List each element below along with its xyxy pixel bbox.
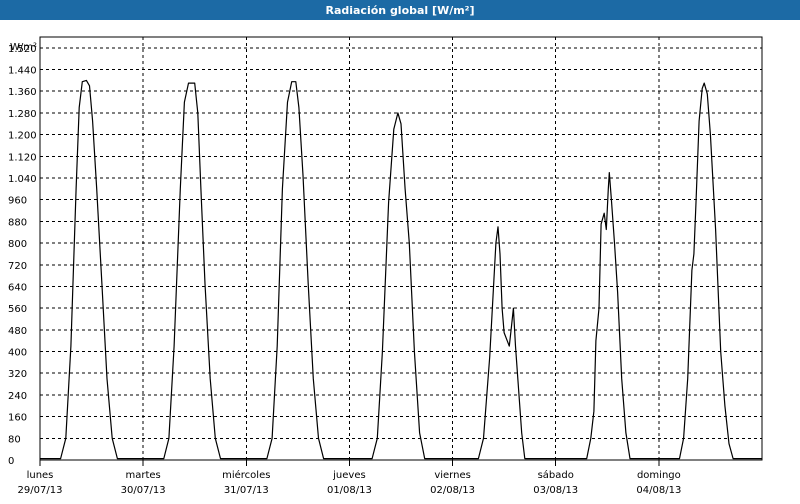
x-tick-label-date: 31/07/13 <box>224 485 269 496</box>
y-tick-label: 1.520 <box>8 44 37 55</box>
y-tick-label: 0 <box>8 456 14 467</box>
y-tick-label: 960 <box>8 196 27 207</box>
y-tick-label: 160 <box>8 413 27 424</box>
x-tick-label-day: domingo <box>637 470 681 481</box>
y-tick-label: 1.440 <box>8 66 37 77</box>
chart-window: Radiación global [W/m²] W/m² 0 80 160 240 32… <box>0 0 800 500</box>
x-tick-label-date: 04/08/13 <box>636 485 681 496</box>
x-tick-label-day: lunes <box>27 470 54 481</box>
x-tick-label-date: 30/07/13 <box>121 485 166 496</box>
x-tick-label-day: miércoles <box>222 469 270 481</box>
y-tick-label: 720 <box>8 261 27 272</box>
y-tick-label: 1.120 <box>8 152 37 163</box>
y-tick-label: 1.200 <box>8 131 37 142</box>
y-tick-label: 240 <box>8 391 27 402</box>
y-tick-label: 880 <box>8 217 27 228</box>
y-tick-label: 1.280 <box>8 109 37 120</box>
x-tick-label-day: martes <box>126 470 161 481</box>
y-tick-label: 80 <box>8 434 21 445</box>
x-tick-label-date: 29/07/13 <box>18 485 63 496</box>
x-tick-label-date: 02/08/13 <box>430 485 475 496</box>
chart-title: Radiación global [W/m²] <box>0 0 800 20</box>
x-tick-label-day: jueves <box>332 470 366 481</box>
x-tick-label-day: viernes <box>434 470 470 481</box>
y-tick-label: 480 <box>8 326 27 337</box>
y-tick-label: 560 <box>8 304 27 315</box>
y-tick-label: 1.040 <box>8 174 37 185</box>
y-tick-label: 400 <box>8 348 27 359</box>
radiation-line-chart: W/m² 08016024032040048056064072080088096… <box>8 36 763 496</box>
series-line <box>40 79 762 460</box>
chart-area: W/m² 0 80 160 240 320 400 480 560 640 720 800 880 96… <box>0 20 800 500</box>
y-tick-label: 320 <box>8 369 27 380</box>
x-tick-label-date: 01/08/13 <box>327 485 372 496</box>
plot-frame <box>39 36 763 461</box>
x-tick-label-date: 03/08/13 <box>533 485 578 496</box>
x-tick-label-day: sábado <box>538 469 574 481</box>
y-tick-label: 1.360 <box>8 87 37 98</box>
y-tick-label: 800 <box>8 239 27 250</box>
y-tick-label: 640 <box>8 282 27 293</box>
